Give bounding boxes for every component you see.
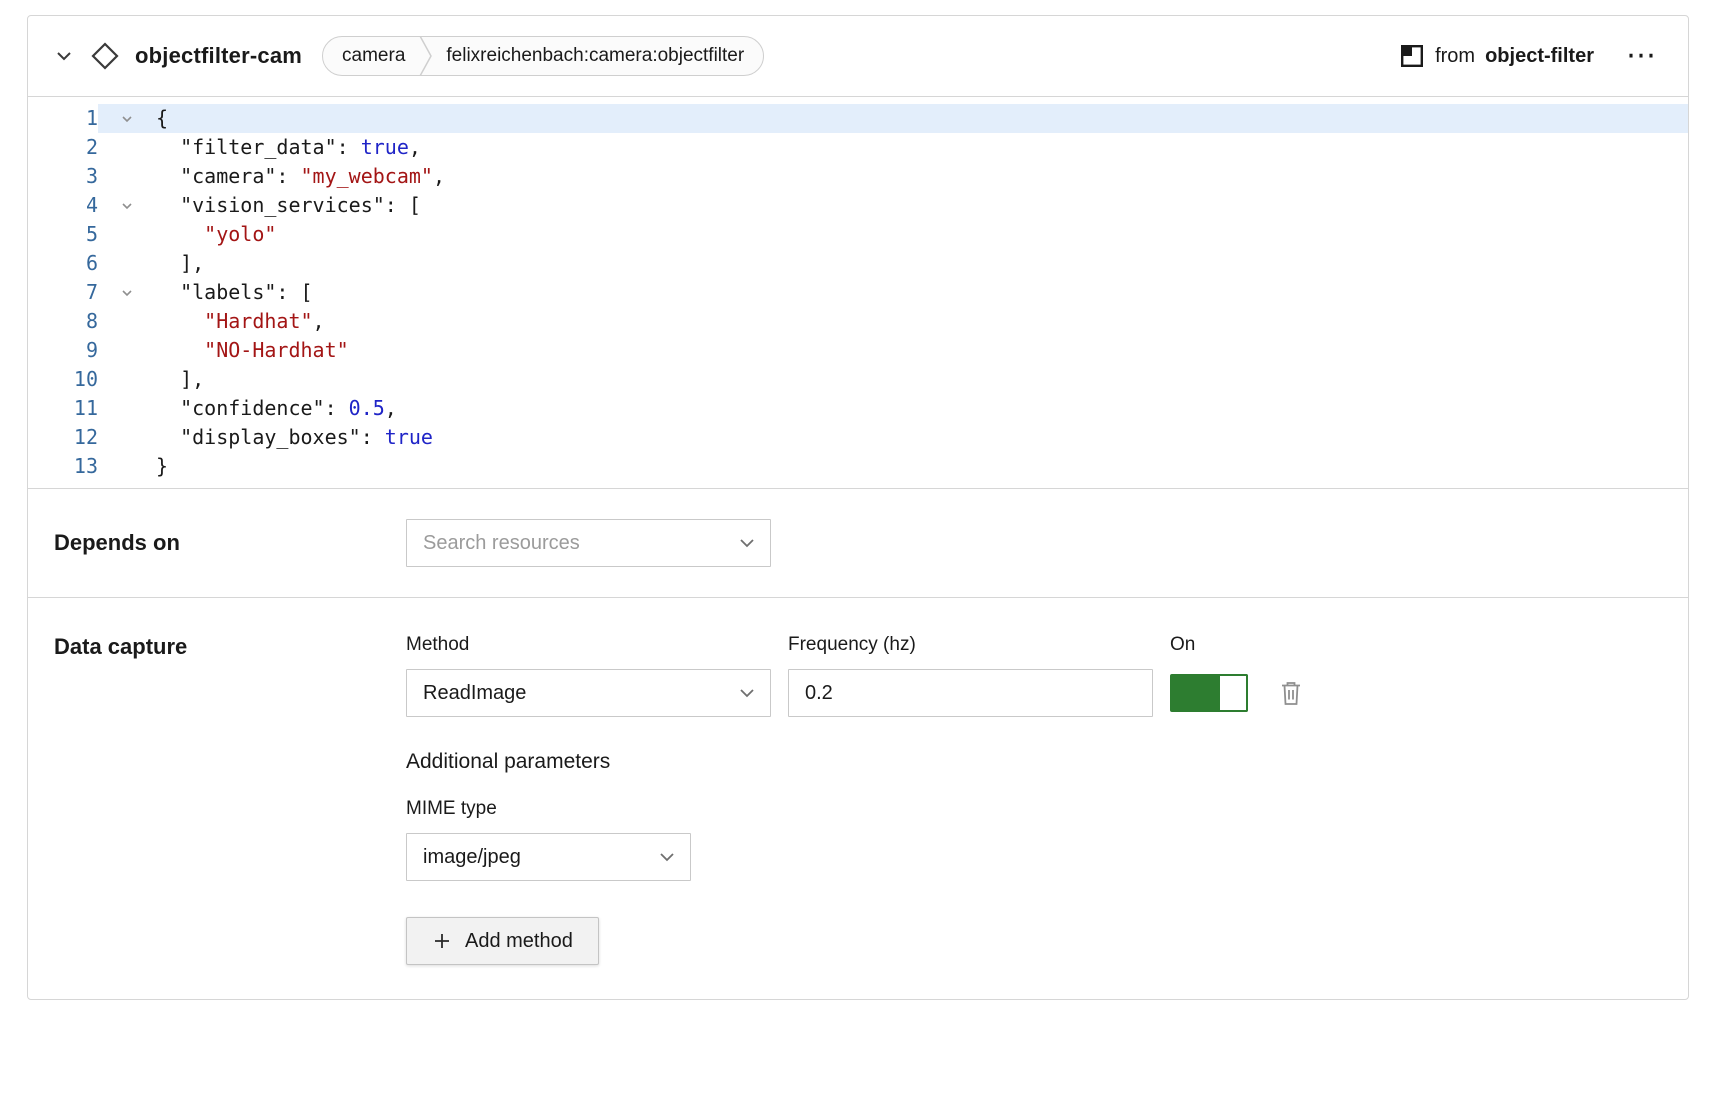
code-line[interactable]: 3 "camera": "my_webcam", — [28, 162, 1688, 191]
line-number: 13 — [28, 452, 98, 481]
depends-on-heading: Depends on — [54, 530, 406, 556]
code-text: "labels": [ — [156, 278, 313, 307]
depends-on-section: Depends on Search resources — [28, 488, 1688, 597]
capture-toggle-field: On — [1170, 634, 1303, 717]
line-number: 8 — [28, 307, 98, 336]
code-line[interactable]: 12 "display_boxes": true — [28, 423, 1688, 452]
method-field: Method ReadImage — [406, 634, 771, 717]
tag-model-label: felixreichenbach:camera:objectfilter — [434, 45, 763, 67]
delete-method-trash-icon[interactable] — [1279, 680, 1303, 706]
code-text: "confidence": 0.5, — [156, 394, 397, 423]
plus-icon — [432, 931, 452, 951]
line-number: 12 — [28, 423, 98, 452]
code-line[interactable]: 5 "yolo" — [28, 220, 1688, 249]
code-text: "Hardhat", — [156, 307, 325, 336]
method-value: ReadImage — [423, 682, 526, 705]
more-options-button[interactable]: ⋯ — [1620, 37, 1662, 75]
chevron-down-icon — [738, 534, 756, 552]
fold-chevron-icon[interactable] — [98, 112, 156, 126]
method-label: Method — [406, 634, 771, 656]
code-text: "vision_services": [ — [156, 191, 421, 220]
line-number: 2 — [28, 133, 98, 162]
module-icon — [1399, 43, 1425, 69]
chevron-down-icon — [738, 684, 756, 702]
module-name: object-filter — [1485, 45, 1594, 68]
frequency-label: Frequency (hz) — [788, 634, 1153, 656]
chevron-down-icon — [658, 848, 676, 866]
resource-title: objectfilter-cam — [135, 43, 302, 69]
line-number: 6 — [28, 249, 98, 278]
code-line[interactable]: 6 ], — [28, 249, 1688, 278]
toggle-knob — [1218, 674, 1248, 712]
data-capture-heading: Data capture — [54, 634, 406, 660]
data-capture-section: Data capture Method ReadImage Frequency … — [28, 597, 1688, 999]
module-attribution: from object-filter — [1399, 43, 1594, 69]
code-line[interactable]: 4 "vision_services": [ — [28, 191, 1688, 220]
mime-type-label: MIME type — [406, 798, 1303, 820]
code-text: "camera": "my_webcam", — [156, 162, 445, 191]
line-number: 5 — [28, 220, 98, 249]
code-line[interactable]: 11 "confidence": 0.5, — [28, 394, 1688, 423]
line-number: 1 — [28, 104, 98, 133]
code-text: "yolo" — [156, 220, 276, 249]
tag-divider-chevron-icon — [418, 36, 434, 76]
tag-type-label: camera — [323, 45, 418, 67]
code-text: "filter_data": true, — [156, 133, 421, 162]
frequency-input[interactable] — [788, 669, 1153, 717]
data-capture-body: Method ReadImage Frequency (hz) On — [406, 634, 1303, 965]
mime-type-select[interactable]: image/jpeg — [406, 833, 691, 881]
code-text: ], — [156, 365, 204, 394]
depends-on-select[interactable]: Search resources — [406, 519, 771, 567]
method-select[interactable]: ReadImage — [406, 669, 771, 717]
code-text: "display_boxes": true — [156, 423, 433, 452]
card-header: objectfilter-cam camera felixreichenbach… — [28, 16, 1688, 97]
code-line[interactable]: 13} — [28, 452, 1688, 481]
line-number: 10 — [28, 365, 98, 394]
code-line[interactable]: 2 "filter_data": true, — [28, 133, 1688, 162]
frequency-field: Frequency (hz) — [788, 634, 1153, 717]
resource-type-tag: camera felixreichenbach:camera:objectfil… — [322, 36, 764, 76]
capture-method-row: Method ReadImage Frequency (hz) On — [406, 634, 1303, 717]
code-text: } — [156, 452, 168, 481]
toggle-row — [1170, 669, 1303, 717]
mime-type-value: image/jpeg — [423, 846, 521, 869]
resource-card: objectfilter-cam camera felixreichenbach… — [27, 15, 1689, 1000]
fold-chevron-icon[interactable] — [98, 199, 156, 213]
code-line[interactable]: 9 "NO-Hardhat" — [28, 336, 1688, 365]
line-number: 7 — [28, 278, 98, 307]
code-line[interactable]: 7 "labels": [ — [28, 278, 1688, 307]
add-method-button[interactable]: Add method — [406, 917, 599, 965]
line-number: 11 — [28, 394, 98, 423]
code-text: ], — [156, 249, 204, 278]
fold-chevron-icon[interactable] — [98, 286, 156, 300]
code-text: { — [156, 104, 168, 133]
component-diamond-icon — [90, 41, 120, 71]
capture-on-toggle[interactable] — [1170, 674, 1248, 712]
json-config-editor[interactable]: 1{2 "filter_data": true,3 "camera": "my_… — [28, 97, 1688, 488]
code-line[interactable]: 10 ], — [28, 365, 1688, 394]
code-text: "NO-Hardhat" — [156, 336, 349, 365]
on-label: On — [1170, 634, 1303, 656]
line-number: 9 — [28, 336, 98, 365]
line-number: 3 — [28, 162, 98, 191]
collapse-chevron-icon[interactable] — [54, 46, 74, 66]
additional-parameters-label: Additional parameters — [406, 750, 1303, 774]
from-label: from — [1435, 45, 1475, 68]
add-method-label: Add method — [465, 930, 573, 953]
code-line[interactable]: 1{ — [28, 104, 1688, 133]
line-number: 4 — [28, 191, 98, 220]
code-line[interactable]: 8 "Hardhat", — [28, 307, 1688, 336]
depends-on-placeholder: Search resources — [423, 532, 580, 555]
